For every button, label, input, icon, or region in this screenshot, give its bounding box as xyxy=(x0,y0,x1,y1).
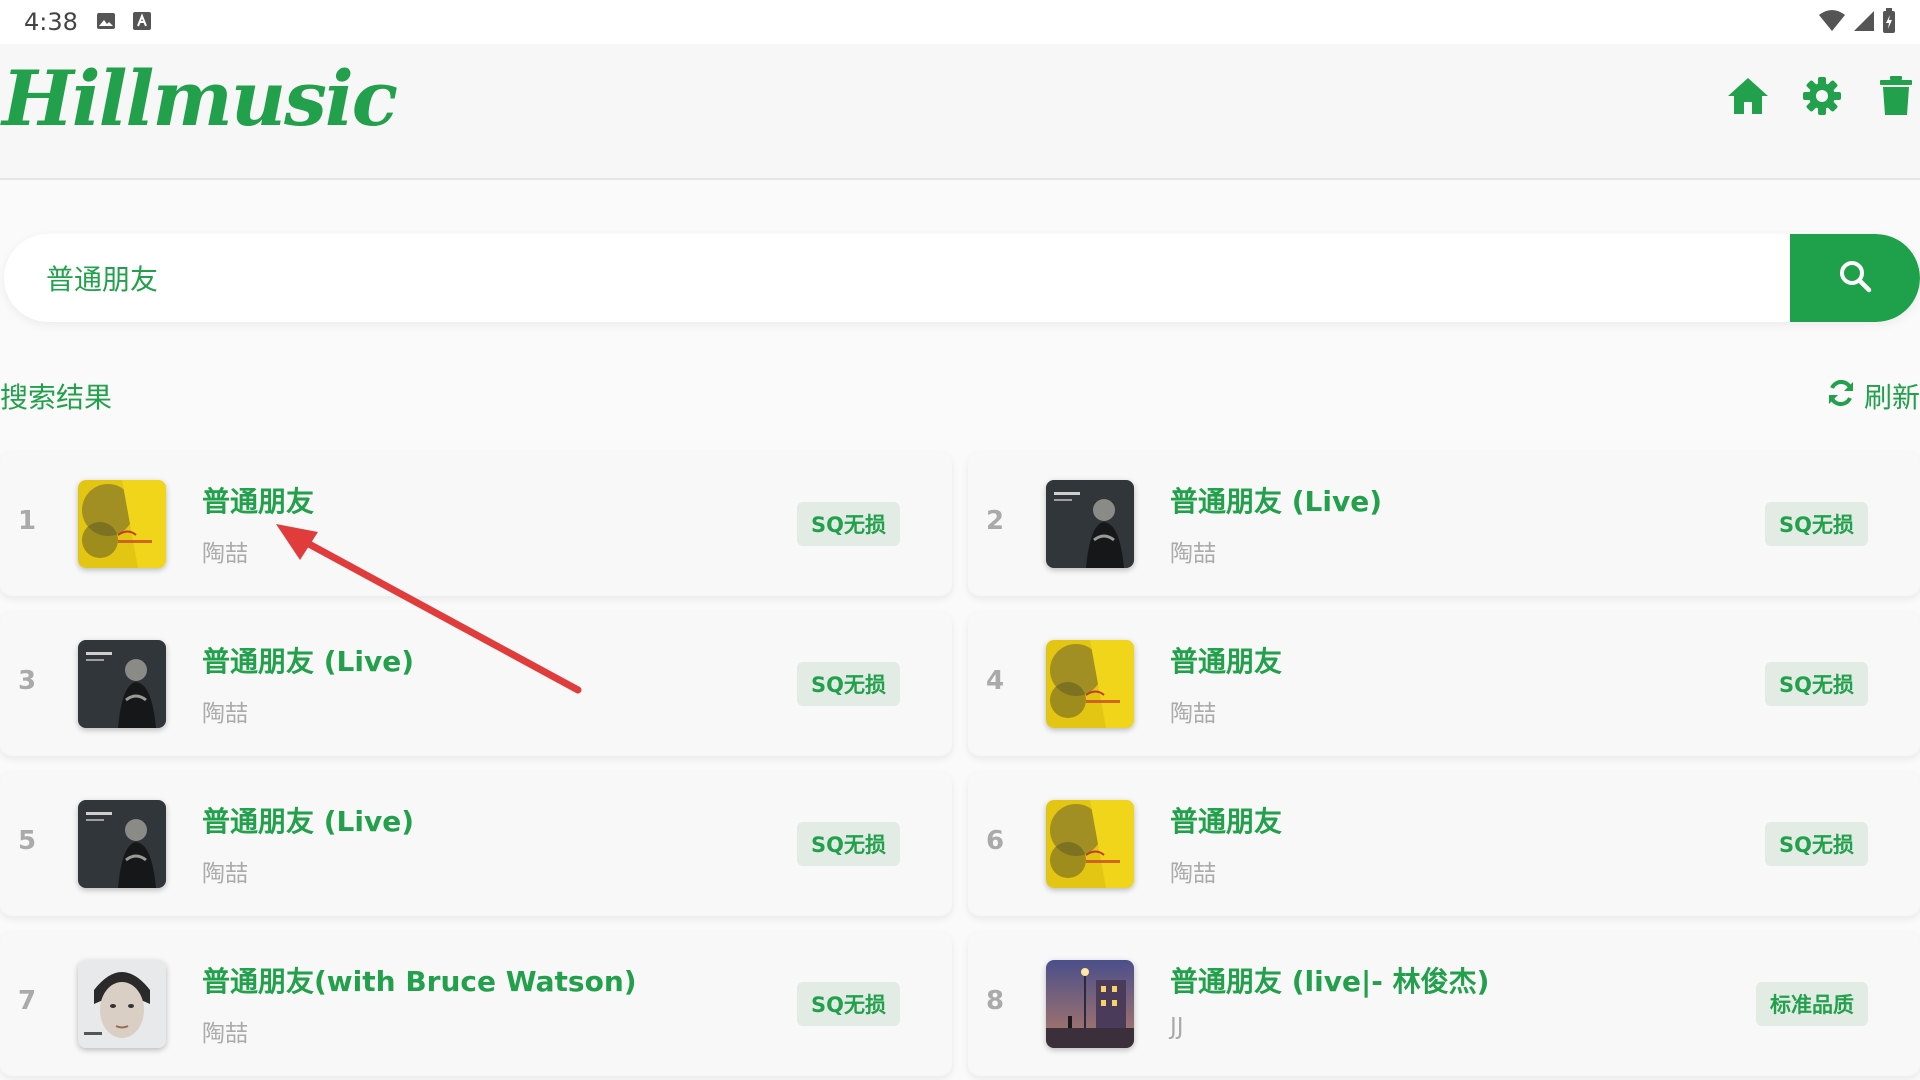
song-title: 普通朋友 xyxy=(202,485,315,518)
album-cover xyxy=(1046,640,1134,728)
quality-badge: SQ无损 xyxy=(797,662,900,706)
song-title: 普通朋友 (live|- 林俊杰) xyxy=(1170,965,1490,998)
refresh-label: 刷新 xyxy=(1863,381,1920,414)
search-icon xyxy=(1838,259,1872,297)
quality-badge: SQ无损 xyxy=(1765,822,1868,866)
search-button[interactable] xyxy=(1790,234,1920,322)
refresh-button[interactable]: 刷新 xyxy=(1826,376,1920,416)
song-artist: 陶喆 xyxy=(1170,541,1216,567)
app-bar: Hillmusic xyxy=(0,44,1920,180)
result-rank: 8 xyxy=(986,986,1005,1016)
quality-badge: SQ无损 xyxy=(797,822,900,866)
quality-badge: SQ无损 xyxy=(1765,502,1868,546)
song-title: 普通朋友 xyxy=(1170,805,1283,838)
status-time: 4:38 xyxy=(24,8,78,36)
song-title: 普通朋友 (Live) xyxy=(1170,485,1383,518)
album-cover xyxy=(78,480,166,568)
home-icon xyxy=(1726,76,1770,120)
song-result-card-6[interactable]: 6 普通朋友 陶喆 SQ无损 xyxy=(968,772,1920,916)
song-result-card-5[interactable]: 5 普通朋友 (Live) 陶喆 SQ无损 xyxy=(0,772,952,916)
song-artist: 陶喆 xyxy=(202,541,248,567)
gear-icon xyxy=(1802,76,1842,120)
song-title: 普通朋友 (Live) xyxy=(202,805,415,838)
status-left-icons xyxy=(96,11,152,35)
image-icon xyxy=(96,11,116,35)
song-result-card-8[interactable]: 8 普通朋友 (live|- 林俊杰) JJ 标准品质 xyxy=(968,932,1920,1076)
settings-button[interactable] xyxy=(1798,74,1846,122)
song-artist: 陶喆 xyxy=(1170,861,1216,887)
home-button[interactable] xyxy=(1724,74,1772,122)
result-rank: 3 xyxy=(18,666,37,696)
result-rank: 4 xyxy=(986,666,1005,696)
song-result-card-3[interactable]: 3 普通朋友 (Live) 陶喆 SQ无损 xyxy=(0,612,952,756)
song-artist: 陶喆 xyxy=(202,701,248,727)
song-result-card-7[interactable]: 7 普通朋友(with Bruce Watson) 陶喆 SQ无损 xyxy=(0,932,952,1076)
search-bar xyxy=(4,234,1920,322)
results-list: 1 普通朋友 陶喆 SQ无损 2 普通朋友 (Live) 陶喆 SQ无损 3 普… xyxy=(0,452,1920,1076)
search-input[interactable] xyxy=(44,234,1764,322)
battery-icon xyxy=(1882,8,1896,38)
quality-badge: SQ无损 xyxy=(1765,662,1868,706)
app-logo: Hillmusic xyxy=(2,54,398,143)
wifi-icon xyxy=(1818,9,1846,37)
song-artist: JJ xyxy=(1170,1014,1184,1040)
app-actions xyxy=(1724,74,1920,122)
song-artist: 陶喆 xyxy=(1170,701,1216,727)
song-result-card-2[interactable]: 2 普通朋友 (Live) 陶喆 SQ无损 xyxy=(968,452,1920,596)
result-rank: 5 xyxy=(18,826,37,856)
quality-badge: SQ无损 xyxy=(797,982,900,1026)
signal-icon xyxy=(1852,9,1876,37)
refresh-icon xyxy=(1826,378,1856,415)
result-rank: 2 xyxy=(986,506,1005,536)
album-cover xyxy=(1046,480,1134,568)
status-bar: 4:38 xyxy=(0,0,1920,44)
result-rank: 1 xyxy=(18,506,37,536)
quality-badge: SQ无损 xyxy=(797,502,900,546)
album-cover xyxy=(78,960,166,1048)
album-cover xyxy=(1046,960,1134,1048)
song-artist: 陶喆 xyxy=(202,861,248,887)
status-right-icons xyxy=(1818,8,1896,38)
quality-badge: 标准品质 xyxy=(1756,982,1868,1026)
album-cover xyxy=(1046,800,1134,888)
trash-icon xyxy=(1879,76,1913,120)
results-title: 搜索结果 xyxy=(0,381,113,414)
result-rank: 6 xyxy=(986,826,1005,856)
song-result-card-1[interactable]: 1 普通朋友 陶喆 SQ无损 xyxy=(0,452,952,596)
album-cover xyxy=(78,640,166,728)
result-rank: 7 xyxy=(18,986,37,1016)
delete-button[interactable] xyxy=(1872,74,1920,122)
app-screen: 4:38 Hillmusic 普通朋友 搜索结果 刷新 1 普通朋友 陶喆 SQ… xyxy=(0,0,1920,1080)
song-title: 普通朋友 xyxy=(1170,645,1283,678)
song-title: 普通朋友(with Bruce Watson) xyxy=(202,965,637,998)
song-result-card-4[interactable]: 4 普通朋友 陶喆 SQ无损 xyxy=(968,612,1920,756)
a-icon xyxy=(132,11,152,35)
album-cover xyxy=(78,800,166,888)
song-title: 普通朋友 (Live) xyxy=(202,645,415,678)
song-artist: 陶喆 xyxy=(202,1021,248,1047)
